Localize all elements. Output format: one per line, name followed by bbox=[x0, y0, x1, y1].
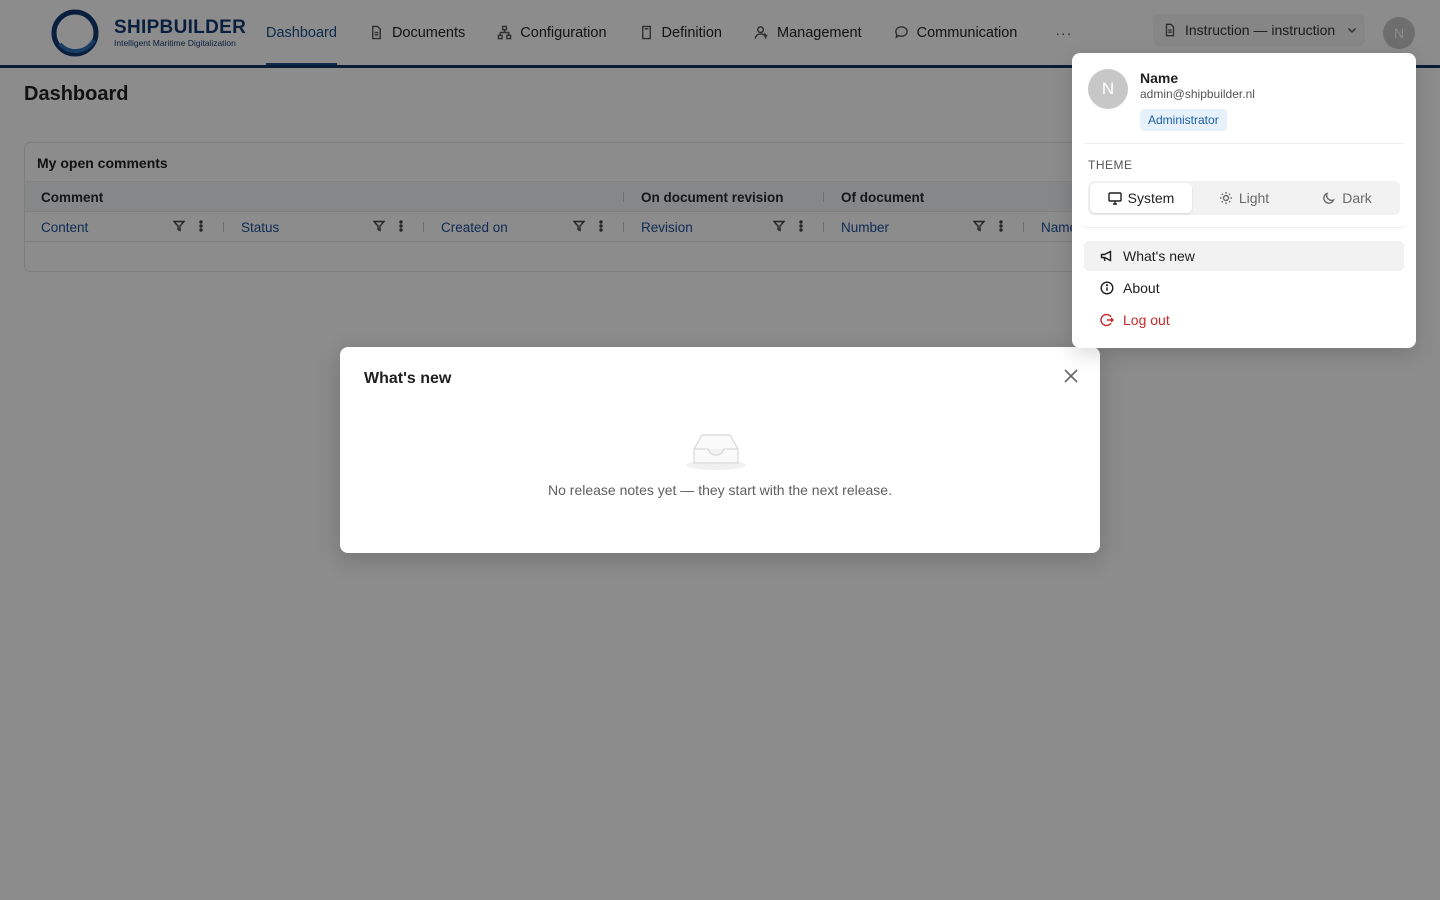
menu-item-whats-new[interactable]: What's new bbox=[1084, 241, 1404, 271]
megaphone-icon bbox=[1100, 250, 1112, 262]
logout-icon bbox=[1100, 313, 1114, 327]
theme-option-label: System bbox=[1127, 190, 1175, 206]
theme-option-label: Dark bbox=[1342, 190, 1372, 206]
empty-inbox-icon bbox=[686, 434, 746, 470]
user-menu-popover: N Name admin@shipbuilder.nl Administrato… bbox=[1072, 53, 1416, 348]
close-button[interactable] bbox=[1062, 367, 1080, 385]
monitor-icon bbox=[1107, 192, 1122, 205]
user-email: admin@shipbuilder.nl bbox=[1140, 87, 1255, 101]
info-icon bbox=[1100, 281, 1114, 295]
divider bbox=[1084, 143, 1404, 144]
theme-option-system[interactable]: System bbox=[1090, 183, 1192, 213]
empty-state-text: No release notes yet — they start with t… bbox=[548, 482, 892, 498]
close-icon bbox=[1064, 369, 1078, 383]
dialog-title: What's new bbox=[364, 370, 452, 387]
menu-item-label: Log out bbox=[1123, 312, 1170, 328]
moon-icon bbox=[1323, 192, 1335, 204]
theme-option-light[interactable]: Light bbox=[1193, 183, 1295, 213]
theme-option-label: Light bbox=[1238, 190, 1270, 206]
theme-switcher: System Light Dark bbox=[1088, 181, 1400, 215]
theme-label: THEME bbox=[1088, 158, 1133, 172]
role-badge: Administrator bbox=[1140, 109, 1227, 131]
menu-item-logout[interactable]: Log out bbox=[1084, 305, 1404, 335]
divider bbox=[1084, 227, 1404, 228]
menu-item-label: About bbox=[1123, 280, 1160, 296]
sun-icon bbox=[1219, 192, 1232, 204]
menu-item-about[interactable]: About bbox=[1084, 273, 1404, 303]
avatar: N bbox=[1088, 69, 1128, 109]
user-name: Name bbox=[1140, 70, 1179, 86]
whats-new-dialog: What's new No release notes yet — they s… bbox=[340, 347, 1100, 553]
menu-item-label: What's new bbox=[1123, 248, 1195, 264]
theme-option-dark[interactable]: Dark bbox=[1296, 183, 1398, 213]
